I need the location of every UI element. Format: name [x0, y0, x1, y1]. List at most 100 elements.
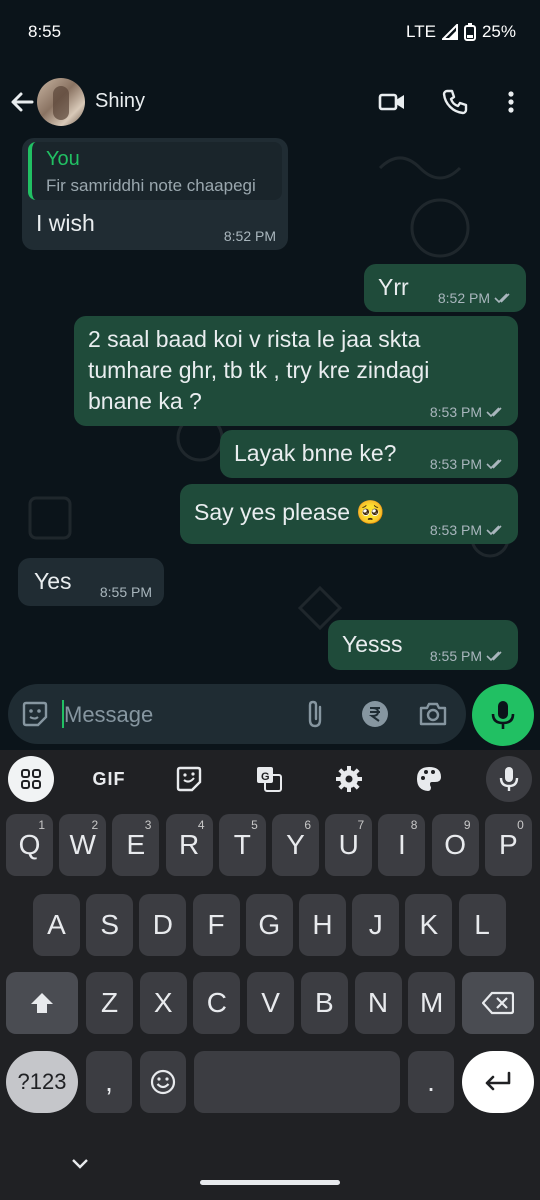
key-s[interactable]: S [86, 894, 134, 956]
attach-icon[interactable] [302, 699, 328, 729]
back-arrow-icon[interactable] [8, 88, 36, 116]
status-indicators: LTE 25% [406, 22, 516, 42]
key-e[interactable]: E3 [112, 814, 160, 876]
comma-key-label: , [105, 1066, 113, 1097]
message-text-line: bnane ka ? [88, 388, 202, 414]
key-hint: 2 [91, 818, 99, 832]
key-i[interactable]: I8 [378, 814, 426, 876]
voice-call-icon[interactable] [441, 88, 469, 116]
theme-button[interactable] [406, 756, 452, 802]
battery-percent: 25% [481, 22, 516, 41]
enter-key[interactable] [462, 1051, 534, 1113]
quoted-reply[interactable]: You Fir samriddhi note chaapegi [28, 142, 282, 200]
key-label: B [314, 987, 334, 1018]
key-d[interactable]: D [139, 894, 187, 956]
key-z[interactable]: Z [86, 972, 133, 1034]
message-bubble-outgoing[interactable]: Say yes please 🥺 8:53 PM [180, 484, 518, 544]
symbols-key[interactable]: ?123 [6, 1051, 78, 1113]
backspace-icon [482, 991, 514, 1015]
avatar[interactable] [37, 78, 85, 126]
message-text: Layak bnne ke? [234, 440, 397, 466]
key-hint: 7 [357, 818, 365, 832]
key-label: G [258, 909, 281, 940]
voice-record-button[interactable] [472, 684, 534, 746]
message-bubble-outgoing[interactable]: Yrr 8:52 PM [364, 264, 526, 312]
message-bubble-outgoing[interactable]: Layak bnne ke? 8:53 PM [220, 430, 518, 478]
symbols-key-label: ?123 [17, 1069, 67, 1094]
keyboard-apps-button[interactable] [8, 756, 54, 802]
key-hint: 8 [410, 818, 418, 832]
gif-button[interactable]: GIF [86, 756, 132, 802]
read-receipt-icon [486, 407, 502, 418]
camera-icon[interactable] [418, 699, 448, 729]
key-q[interactable]: Q1 [6, 814, 53, 876]
key-f[interactable]: F [192, 894, 240, 956]
key-c[interactable]: C [193, 972, 241, 1034]
shift-icon [31, 993, 53, 1013]
message-bubble-outgoing[interactable]: 2 saal baad koi v rista le jaa skta tumh… [74, 316, 518, 426]
key-r[interactable]: R4 [165, 814, 213, 876]
period-key[interactable]: . [408, 1051, 454, 1113]
key-label: M [420, 987, 444, 1018]
message-text-line: 2 saal baad koi v rista le jaa skta [88, 326, 421, 352]
translate-button[interactable]: G [246, 756, 292, 802]
key-n[interactable]: N [354, 972, 402, 1034]
signal-icon [441, 24, 458, 40]
contact-name[interactable]: Shiny [95, 90, 145, 113]
sticker-button[interactable] [166, 756, 212, 802]
key-u[interactable]: U7 [325, 814, 373, 876]
message-input[interactable]: Message [64, 702, 153, 728]
voice-typing-button[interactable] [486, 756, 532, 802]
key-label: P [498, 829, 518, 860]
message-bubble-outgoing[interactable]: Yesss 8:55 PM [328, 620, 518, 670]
key-t[interactable]: T5 [218, 814, 266, 876]
key-v[interactable]: V [247, 972, 295, 1034]
key-label: C [206, 987, 227, 1018]
space-key[interactable] [194, 1051, 400, 1113]
key-h[interactable]: H [299, 894, 346, 956]
payment-rupee-icon[interactable] [360, 699, 390, 729]
shift-key[interactable] [6, 972, 78, 1034]
key-l[interactable]: L [458, 894, 506, 956]
message-bubble-incoming[interactable]: You Fir samriddhi note chaapegi I wish 8… [22, 138, 288, 250]
gesture-nav-handle[interactable] [200, 1180, 340, 1185]
key-hint: 3 [144, 818, 152, 832]
key-label: O [444, 829, 466, 860]
key-x[interactable]: X [139, 972, 187, 1034]
key-j[interactable]: J [352, 894, 400, 956]
key-k[interactable]: K [405, 894, 453, 956]
key-hint: 9 [463, 818, 471, 832]
video-call-icon[interactable] [378, 88, 406, 116]
key-p[interactable]: P0 [484, 814, 532, 876]
sticker-icon[interactable] [20, 699, 50, 729]
message-text: Yrr [378, 274, 409, 300]
key-y[interactable]: Y6 [272, 814, 319, 876]
more-options-icon[interactable] [497, 88, 525, 116]
backspace-key[interactable] [462, 972, 534, 1034]
read-receipt-icon [486, 459, 502, 470]
message-composer[interactable]: Message [8, 684, 466, 744]
key-label: R [178, 829, 200, 860]
message-bubble-incoming[interactable]: Yes 8:55 PM [18, 558, 164, 606]
emoji-key[interactable] [140, 1051, 186, 1113]
message-time: 8:52 PM [223, 228, 276, 244]
read-receipt-icon [494, 293, 510, 304]
hide-keyboard-chevron-icon[interactable] [70, 1157, 90, 1171]
comma-key[interactable]: , [86, 1051, 132, 1113]
read-receipt-icon [486, 651, 502, 662]
key-w[interactable]: W2 [59, 814, 107, 876]
translate-icon: G [257, 767, 282, 792]
key-label: Q [18, 829, 41, 860]
key-b[interactable]: B [300, 972, 348, 1034]
key-o[interactable]: O9 [431, 814, 479, 876]
key-a[interactable]: A [33, 894, 80, 956]
settings-button[interactable] [326, 756, 372, 802]
key-label: W [69, 829, 96, 860]
key-m[interactable]: M [408, 972, 456, 1034]
message-text: Yes [34, 568, 72, 594]
key-hint: 4 [197, 818, 205, 832]
key-label: N [367, 987, 389, 1018]
gif-label: GIF [92, 768, 126, 789]
key-g[interactable]: G [245, 894, 293, 956]
chat-area[interactable]: You Fir samriddhi note chaapegi I wish 8… [0, 138, 540, 684]
